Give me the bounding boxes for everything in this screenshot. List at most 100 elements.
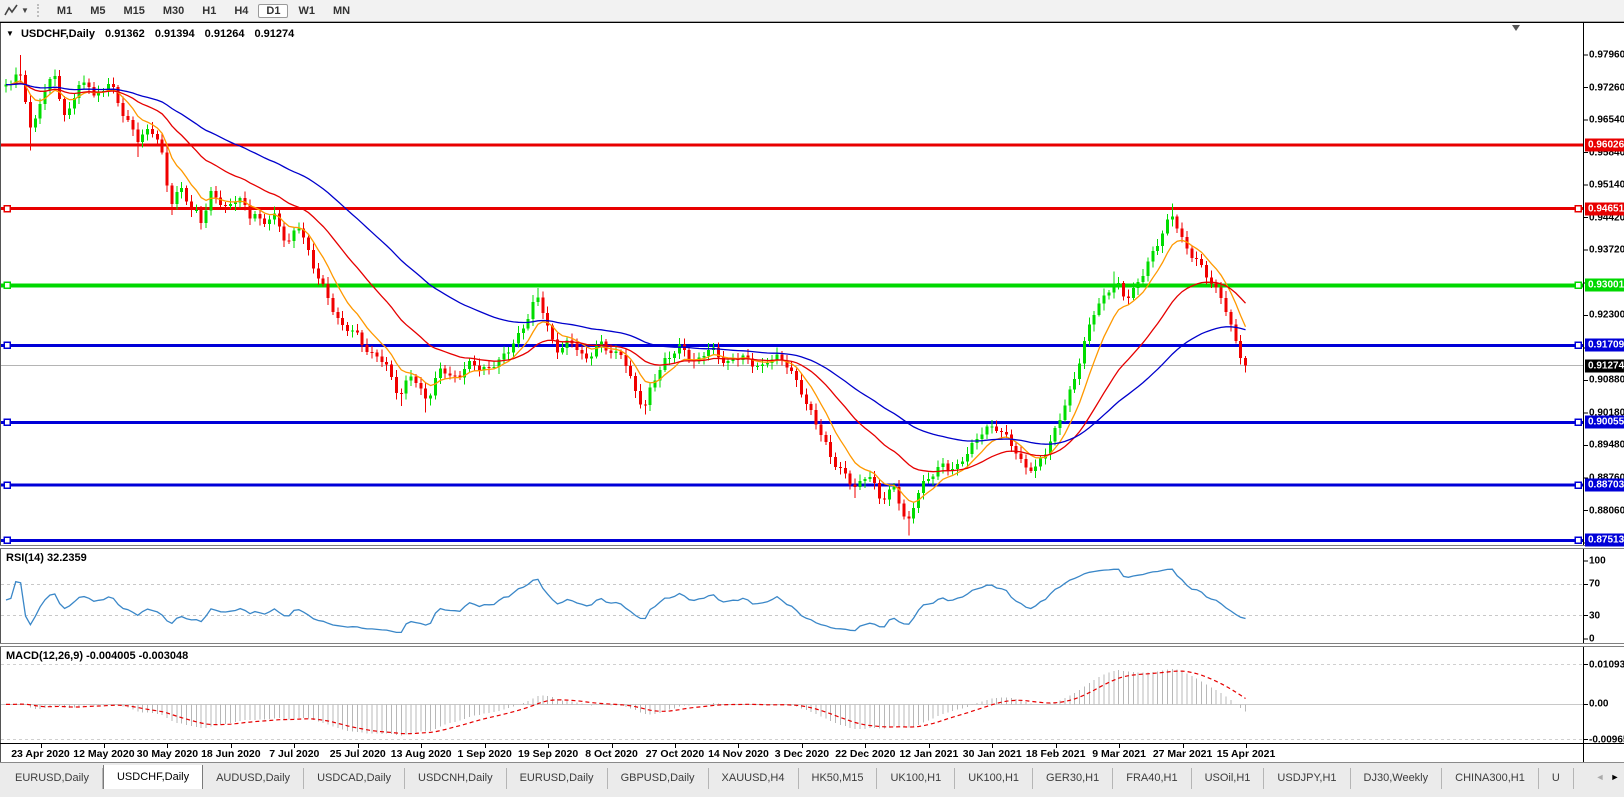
candle-body <box>83 83 86 86</box>
rsi-pane[interactable] <box>1 569 1583 632</box>
candle-body <box>790 368 793 371</box>
tab-usdjpy-h1[interactable]: USDJPY,H1 <box>1264 768 1350 789</box>
candle-body <box>1151 251 1154 262</box>
candle-body <box>756 366 759 367</box>
candle-body <box>1225 298 1228 312</box>
chart-title: ▼ USDCHF,Daily 0.91362 0.91394 0.91264 0… <box>6 28 301 40</box>
macd-pane[interactable] <box>1 665 1583 740</box>
candle-body <box>161 139 164 152</box>
tab-fra40-h1[interactable]: FRA40,H1 <box>1113 768 1191 789</box>
hline-right-handle[interactable] <box>1575 342 1581 348</box>
tabs-scroll-right-icon[interactable]: ► <box>1608 770 1622 784</box>
candle-body <box>868 477 871 479</box>
candle-body <box>258 214 261 219</box>
candle-body <box>156 134 159 139</box>
candle-body <box>1068 389 1071 405</box>
candle-body <box>385 362 388 364</box>
tab-eurusd-daily[interactable]: EURUSD,Daily <box>507 768 608 789</box>
timeframe-buttons: M1M5M15M30H1H4D1W1MN <box>48 1 359 20</box>
hline-left-handle[interactable] <box>4 537 10 543</box>
timeframe-button-h4[interactable]: H4 <box>226 4 256 18</box>
candle-body <box>966 454 969 461</box>
tab-dj30-weekly[interactable]: DJ30,Weekly <box>1351 768 1443 789</box>
candle-body <box>424 388 427 398</box>
candle-body <box>449 373 452 375</box>
chart-tool-button[interactable]: ▼ <box>3 3 29 18</box>
candle-body <box>1142 276 1145 282</box>
date-label: 13 Aug 2020 <box>391 748 452 760</box>
candle-body <box>87 83 90 87</box>
tabs-scroll-left-icon[interactable]: ◄ <box>1593 770 1607 784</box>
timeframe-button-m30[interactable]: M30 <box>155 4 192 18</box>
candle-body <box>346 325 349 331</box>
tab-gbpusd-daily[interactable]: GBPUSD,Daily <box>608 768 709 789</box>
candle-body <box>307 238 310 251</box>
chevron-down-icon[interactable]: ▼ <box>21 6 29 15</box>
candle-body <box>971 443 974 454</box>
tab-usdchf-daily[interactable]: USDCHF,Daily <box>103 765 203 789</box>
candle-body <box>63 99 66 115</box>
candle-body <box>541 298 544 314</box>
tab-audusd-daily[interactable]: AUDUSD,Daily <box>203 768 304 789</box>
hline-left-handle[interactable] <box>4 206 10 212</box>
candle-body <box>639 391 642 404</box>
tab-china300-h1[interactable]: CHINA300,H1 <box>1442 768 1539 789</box>
timeframe-button-mn[interactable]: MN <box>325 4 358 18</box>
candle-body <box>136 129 139 142</box>
candle-body <box>317 268 320 278</box>
macd-pane-splitter[interactable] <box>0 643 1624 647</box>
macd-tick-label: -0.009653 <box>1589 734 1624 745</box>
tab-xauusd-h4[interactable]: XAUUSD,H4 <box>709 768 799 789</box>
timeframe-button-h1[interactable]: H1 <box>194 4 224 18</box>
candle-body <box>776 355 779 360</box>
hline-right-handle[interactable] <box>1575 419 1581 425</box>
main-price-pane[interactable] <box>1 55 1583 543</box>
tab-uk100-h1[interactable]: UK100,H1 <box>877 768 955 789</box>
tab-ger30-h1[interactable]: GER30,H1 <box>1033 768 1113 789</box>
chart-window[interactable]: ▼ USDCHF,Daily 0.91362 0.91394 0.91264 0… <box>0 22 1624 763</box>
candle-body <box>522 329 525 333</box>
low-value: 0.91264 <box>205 28 245 40</box>
candle-body <box>1244 358 1247 366</box>
macd-tick-label: 0.00 <box>1589 699 1608 710</box>
candle-body <box>219 197 222 205</box>
candle-body <box>1146 262 1149 276</box>
date-label: 9 Mar 2021 <box>1092 748 1146 760</box>
timeframe-button-m1[interactable]: M1 <box>49 4 80 18</box>
chart-shift-marker[interactable] <box>1512 25 1520 31</box>
hline-right-handle[interactable] <box>1575 482 1581 488</box>
tab-hk50-m15[interactable]: HK50,M15 <box>799 768 878 789</box>
candle-body <box>1098 303 1101 314</box>
rsi-pane-splitter[interactable] <box>0 545 1624 549</box>
candle-body <box>1161 234 1164 246</box>
candle-body <box>112 84 115 87</box>
hline-left-handle[interactable] <box>4 482 10 488</box>
timeframe-button-m15[interactable]: M15 <box>115 4 152 18</box>
hline-right-handle[interactable] <box>1575 206 1581 212</box>
tab-u[interactable]: U <box>1539 768 1574 789</box>
candle-body <box>1078 363 1081 379</box>
timeframe-button-m5[interactable]: M5 <box>82 4 113 18</box>
tab-usdcnh-daily[interactable]: USDCNH,Daily <box>405 768 507 789</box>
tab-usdcad-daily[interactable]: USDCAD,Daily <box>304 768 405 789</box>
price-chart-canvas[interactable] <box>0 23 1624 763</box>
hline-right-handle[interactable] <box>1575 537 1581 543</box>
candle-body <box>468 361 471 369</box>
candle-body <box>288 240 291 241</box>
candle-body <box>1039 459 1042 467</box>
candle-body <box>1239 341 1242 358</box>
tab-eurusd-daily[interactable]: EURUSD,Daily <box>2 768 103 789</box>
candle-body <box>166 152 169 185</box>
timeframe-button-w1[interactable]: W1 <box>290 4 323 18</box>
hline-left-handle[interactable] <box>4 342 10 348</box>
tab-usoil-h1[interactable]: USOil,H1 <box>1192 768 1265 789</box>
collapse-caret-icon[interactable]: ▼ <box>6 29 14 38</box>
tab-uk100-h1[interactable]: UK100,H1 <box>955 768 1033 789</box>
timeframe-button-d1[interactable]: D1 <box>258 4 288 18</box>
candle-body <box>1088 324 1091 341</box>
hline-left-handle[interactable] <box>4 282 10 288</box>
candle-body <box>595 346 598 357</box>
hline-right-handle[interactable] <box>1575 282 1581 288</box>
hline-left-handle[interactable] <box>4 419 10 425</box>
candle-body <box>893 487 896 489</box>
